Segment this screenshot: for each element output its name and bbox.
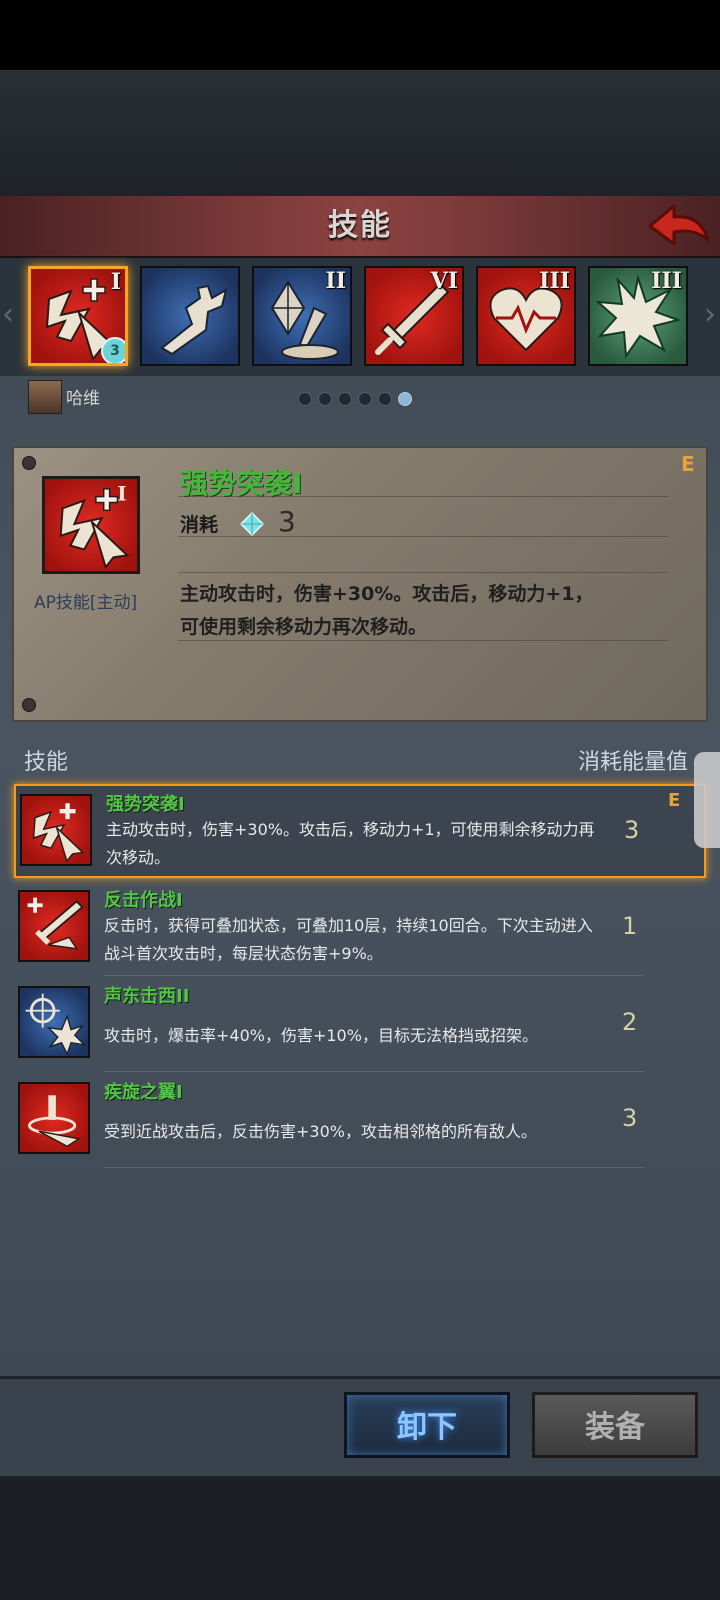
unequip-button[interactable]: 卸下: [344, 1392, 510, 1458]
row-rank-letter: E: [668, 790, 681, 811]
row-skill-desc: 攻击时，爆击率+40%，伤害+10%，目标无法格挡或招架。: [104, 1026, 538, 1045]
list-header-skill: 技能: [24, 750, 69, 775]
rivet: [22, 456, 36, 470]
skill-slot-5[interactable]: III: [476, 266, 576, 366]
detail-description: 主动攻击时，伤害+30%。攻击后，移动力+1，可使用剩余移动力再次移动。: [180, 583, 594, 638]
row-skill-desc: 反击时，获得可叠加状态，可叠加10层，持续10回合。下次主动进入战斗首次攻击时，…: [104, 916, 593, 963]
row-skill-name: 反击作战I: [104, 890, 183, 911]
skill-slot-6[interactable]: III: [588, 266, 688, 366]
target-burst-icon: [25, 993, 87, 1056]
row-skill-icon: [18, 986, 90, 1058]
skill-type-label: AP技能[主动]: [34, 593, 138, 613]
status-bar: [0, 0, 720, 70]
row-skill-name: 声东击西II: [104, 986, 190, 1007]
counter-attack-icon: [27, 897, 84, 950]
dash-attack-icon: I: [59, 483, 130, 570]
row-skill-desc: 受到近战攻击后，反击伤害+30%，攻击相邻格的所有敌人。: [104, 1122, 537, 1141]
back-arrow-icon: [648, 204, 710, 246]
page-dot[interactable]: [298, 392, 312, 406]
row-skill-desc: 主动攻击时，伤害+30%。攻击后，移动力+1，可使用剩余移动力再次移动。: [106, 820, 595, 867]
page-dot-active[interactable]: [398, 392, 412, 406]
row-skill-cost: 1: [622, 912, 638, 940]
equip-button[interactable]: 装备: [532, 1392, 698, 1458]
energy-gem-icon: [239, 511, 265, 537]
skill-row[interactable]: 声东击西II 攻击时，爆击率+40%，伤害+10%，目标无法格挡或招架。 2: [14, 978, 706, 1072]
skill-row[interactable]: 强势突袭I 主动攻击时，伤害+30%。攻击后，移动力+1，可使用剩余移动力再次移…: [14, 784, 706, 878]
row-divider: [104, 975, 644, 976]
prev-arrow-icon[interactable]: ‹: [2, 300, 18, 330]
skill-slot-4[interactable]: VI: [364, 266, 464, 366]
dash-attack-icon: [32, 803, 85, 863]
bottom-background: [0, 1476, 720, 1600]
row-skill-cost: 2: [622, 1008, 638, 1036]
row-skill-icon: [18, 890, 90, 962]
skill-slot-2[interactable]: [140, 266, 240, 366]
slot-rank: VI: [430, 268, 458, 294]
svg-text:I: I: [117, 483, 126, 506]
detail-skill-icon: I: [42, 476, 140, 574]
whirl-wing-icon: [28, 1095, 81, 1148]
row-divider: [104, 1071, 644, 1072]
character-avatar[interactable]: [28, 380, 62, 414]
rivet: [22, 698, 36, 712]
row-skill-name: 强势突袭I: [106, 794, 185, 815]
divider: [178, 572, 668, 573]
skill-row[interactable]: 反击作战I 反击时，获得可叠加状态，可叠加10层，持续10回合。下次主动进入战斗…: [14, 882, 706, 976]
slot-rank: I: [110, 269, 121, 295]
rank-letter: E: [681, 452, 695, 476]
page-dots: [298, 391, 418, 409]
list-header-cost: 消耗能量值: [577, 750, 688, 775]
side-scroll-tab[interactable]: [694, 752, 720, 848]
cost-label: 消耗: [180, 514, 219, 536]
slot-rank: II: [325, 268, 346, 294]
divider: [178, 536, 668, 537]
page-dot[interactable]: [378, 392, 392, 406]
row-skill-icon: [18, 1082, 90, 1154]
leaping-figure-icon: [160, 284, 228, 356]
slot-rank: III: [539, 268, 570, 294]
slot-cost-badge: 3: [101, 337, 125, 363]
page-dot[interactable]: [318, 392, 332, 406]
row-divider: [104, 1167, 644, 1168]
slot-rank: III: [651, 268, 682, 294]
skill-row[interactable]: 疾旋之翼I 受到近战攻击后，反击伤害+30%，攻击相邻格的所有敌人。 3: [14, 1074, 706, 1168]
row-skill-icon: [20, 794, 92, 866]
row-skill-name: 疾旋之翼I: [104, 1082, 183, 1103]
skill-slot-3[interactable]: II: [252, 266, 352, 366]
page-dot[interactable]: [358, 392, 372, 406]
next-arrow-icon[interactable]: ›: [704, 300, 720, 330]
row-skill-cost: 3: [622, 1104, 638, 1132]
character-name: 哈维: [66, 389, 100, 409]
page-title: 技能: [328, 208, 392, 243]
top-background: [0, 70, 720, 196]
cost-value: 3: [278, 505, 296, 538]
page-dot[interactable]: [338, 392, 352, 406]
skill-slot-1[interactable]: I 3: [28, 266, 128, 366]
row-skill-cost: 3: [624, 816, 640, 844]
back-button[interactable]: [646, 200, 712, 252]
divider: [178, 496, 668, 497]
